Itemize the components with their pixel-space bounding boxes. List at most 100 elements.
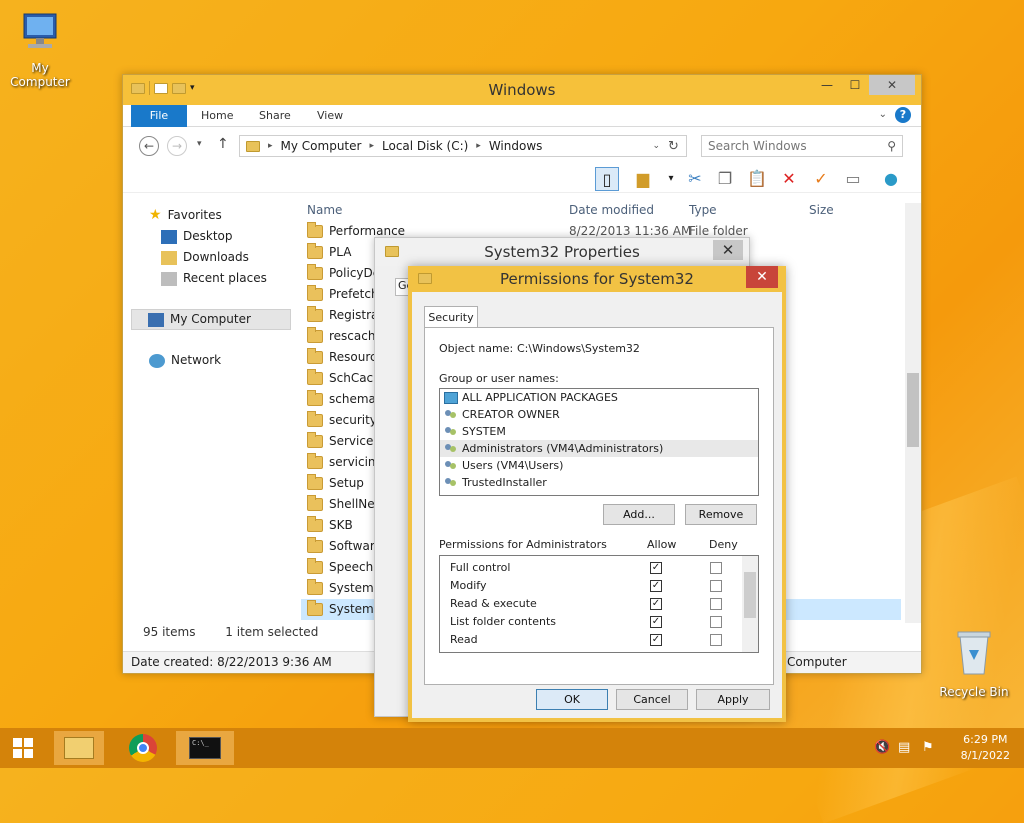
- explorer-titlebar[interactable]: ▾ Windows — ☐ ✕: [123, 75, 921, 105]
- recent-locations-icon[interactable]: ▾: [197, 139, 202, 149]
- user-list-item[interactable]: Administrators (VM4\Administrators): [440, 440, 758, 457]
- file-list-scrollbar[interactable]: [905, 203, 921, 623]
- deny-checkbox[interactable]: [710, 616, 722, 628]
- user-list-item[interactable]: TrustedInstaller: [440, 474, 758, 491]
- search-placeholder: Search Windows: [708, 139, 807, 153]
- deny-checkbox[interactable]: [710, 598, 722, 610]
- tab-home[interactable]: Home: [201, 105, 233, 127]
- help-icon[interactable]: ?: [895, 107, 911, 123]
- user-list-item[interactable]: CREATOR OWNER: [440, 406, 758, 423]
- maximize-button[interactable]: ☐: [841, 75, 869, 95]
- allow-checkbox[interactable]: ✓: [650, 580, 662, 592]
- desktop-icon-recycle-bin[interactable]: Recycle Bin: [934, 628, 1014, 699]
- nav-network[interactable]: Network: [131, 350, 291, 371]
- taskbar-chrome[interactable]: [120, 731, 166, 765]
- close-button[interactable]: ✕: [746, 266, 778, 288]
- paste-icon[interactable]: 📋: [745, 167, 769, 191]
- user-list-item[interactable]: SYSTEM: [440, 423, 758, 440]
- user-list-item[interactable]: Users (VM4\Users): [440, 457, 758, 474]
- back-button[interactable]: ←: [139, 136, 159, 156]
- permissions-titlebar[interactable]: Permissions for System32 ✕: [408, 266, 786, 292]
- network-status-icon[interactable]: ▤: [898, 740, 910, 755]
- ribbon-tabs: File Home Share View ⌄ ?: [123, 105, 921, 127]
- deny-checkbox[interactable]: [710, 634, 722, 646]
- start-button[interactable]: [0, 731, 46, 765]
- permission-scrollbar[interactable]: [742, 556, 758, 652]
- remove-button[interactable]: Remove: [685, 504, 757, 525]
- nav-downloads[interactable]: Downloads: [131, 247, 291, 268]
- minimize-button[interactable]: —: [813, 75, 841, 95]
- cancel-button[interactable]: Cancel: [616, 689, 688, 710]
- refresh-icon[interactable]: ↻: [668, 139, 686, 154]
- windows-logo-icon: [13, 738, 33, 758]
- scrollbar-thumb[interactable]: [744, 572, 756, 618]
- cut-icon[interactable]: ✂: [683, 167, 707, 191]
- search-input[interactable]: Search Windows ⚲: [701, 135, 903, 157]
- tab-security[interactable]: Security: [424, 306, 478, 328]
- volume-muted-icon[interactable]: 🔇: [874, 740, 890, 755]
- action-center-icon[interactable]: ⚑: [922, 740, 934, 755]
- permission-name: Full control: [450, 561, 511, 574]
- address-bar[interactable]: ▸ My Computer ▸ Local Disk (C:) ▸ Window…: [239, 135, 687, 157]
- forward-button[interactable]: →: [167, 136, 187, 156]
- user-name: Administrators (VM4\Administrators): [462, 442, 664, 455]
- deny-checkbox[interactable]: [710, 580, 722, 592]
- add-button[interactable]: Add...: [603, 504, 675, 525]
- nav-favorites[interactable]: ★ Favorites: [131, 205, 291, 226]
- column-name[interactable]: Name: [307, 203, 342, 217]
- nav-label: Desktop: [183, 229, 233, 243]
- desktop-icon-my-computer[interactable]: My Computer: [0, 10, 80, 89]
- allow-checkbox[interactable]: ✓: [650, 616, 662, 628]
- nav-desktop[interactable]: Desktop: [131, 226, 291, 247]
- column-type[interactable]: Type: [689, 203, 717, 217]
- tab-file[interactable]: File: [131, 105, 187, 127]
- breadcrumb-my-computer[interactable]: My Computer: [281, 139, 362, 153]
- globe-icon[interactable]: ●: [879, 167, 903, 191]
- recent-places-icon: [161, 271, 177, 286]
- column-size[interactable]: Size: [809, 203, 834, 217]
- breadcrumb-local-disk[interactable]: Local Disk (C:): [382, 139, 468, 153]
- ok-button[interactable]: OK: [536, 689, 608, 710]
- properties-titlebar[interactable]: System32 Properties ✕: [375, 238, 749, 266]
- address-dropdown-icon[interactable]: ⌄: [652, 141, 660, 151]
- tab-view[interactable]: View: [317, 105, 343, 127]
- desktop-icon-label: Recycle Bin: [939, 685, 1009, 699]
- tab-share[interactable]: Share: [259, 105, 291, 127]
- folder-icon: [307, 537, 323, 553]
- scrollbar-thumb[interactable]: [907, 373, 919, 447]
- allow-checkbox[interactable]: ✓: [650, 634, 662, 646]
- apply-button[interactable]: Apply: [696, 689, 770, 710]
- window-controls: — ☐ ✕: [813, 75, 915, 95]
- folder-icon: [307, 306, 323, 322]
- breadcrumb-windows[interactable]: Windows: [489, 139, 543, 153]
- folder-options-icon[interactable]: ▆: [631, 167, 655, 191]
- allow-checkbox[interactable]: ✓: [650, 598, 662, 610]
- user-list-item[interactable]: ALL APPLICATION PACKAGES: [440, 389, 758, 406]
- window-title: Windows: [488, 81, 556, 99]
- checkmark-icon[interactable]: ✓: [809, 167, 833, 191]
- close-button[interactable]: ✕: [869, 75, 915, 95]
- permission-row: List folder contents ✓: [440, 613, 758, 631]
- nav-recent-places[interactable]: Recent places: [131, 268, 291, 289]
- up-button[interactable]: ↑: [217, 136, 229, 152]
- column-date-modified[interactable]: Date modified: [569, 203, 654, 217]
- deny-column-label: Deny: [709, 538, 738, 551]
- rename-icon[interactable]: ▭: [841, 167, 865, 191]
- search-icon[interactable]: ⚲: [887, 139, 896, 153]
- ribbon-expand-icon[interactable]: ⌄: [879, 109, 887, 120]
- status-bar: 95 items 1 item selected: [143, 625, 318, 639]
- close-button[interactable]: ✕: [713, 240, 743, 260]
- folder-icon: [307, 474, 323, 490]
- preview-pane-icon[interactable]: ▯: [595, 167, 619, 191]
- delete-icon[interactable]: ✕: [777, 167, 801, 191]
- taskbar-file-explorer[interactable]: [54, 731, 104, 765]
- system-clock[interactable]: 6:29 PM 8/1/2022: [961, 732, 1010, 764]
- copy-icon[interactable]: ❐: [713, 167, 737, 191]
- security-panel: Object name: C:\Windows\System32 Group o…: [424, 327, 774, 685]
- chevron-down-icon[interactable]: ▾: [659, 167, 683, 191]
- allow-checkbox[interactable]: ✓: [650, 562, 662, 574]
- nav-my-computer[interactable]: My Computer: [131, 309, 291, 330]
- deny-checkbox[interactable]: [710, 562, 722, 574]
- taskbar-command-prompt[interactable]: C:\_: [176, 731, 234, 765]
- permission-name: Modify: [450, 579, 487, 592]
